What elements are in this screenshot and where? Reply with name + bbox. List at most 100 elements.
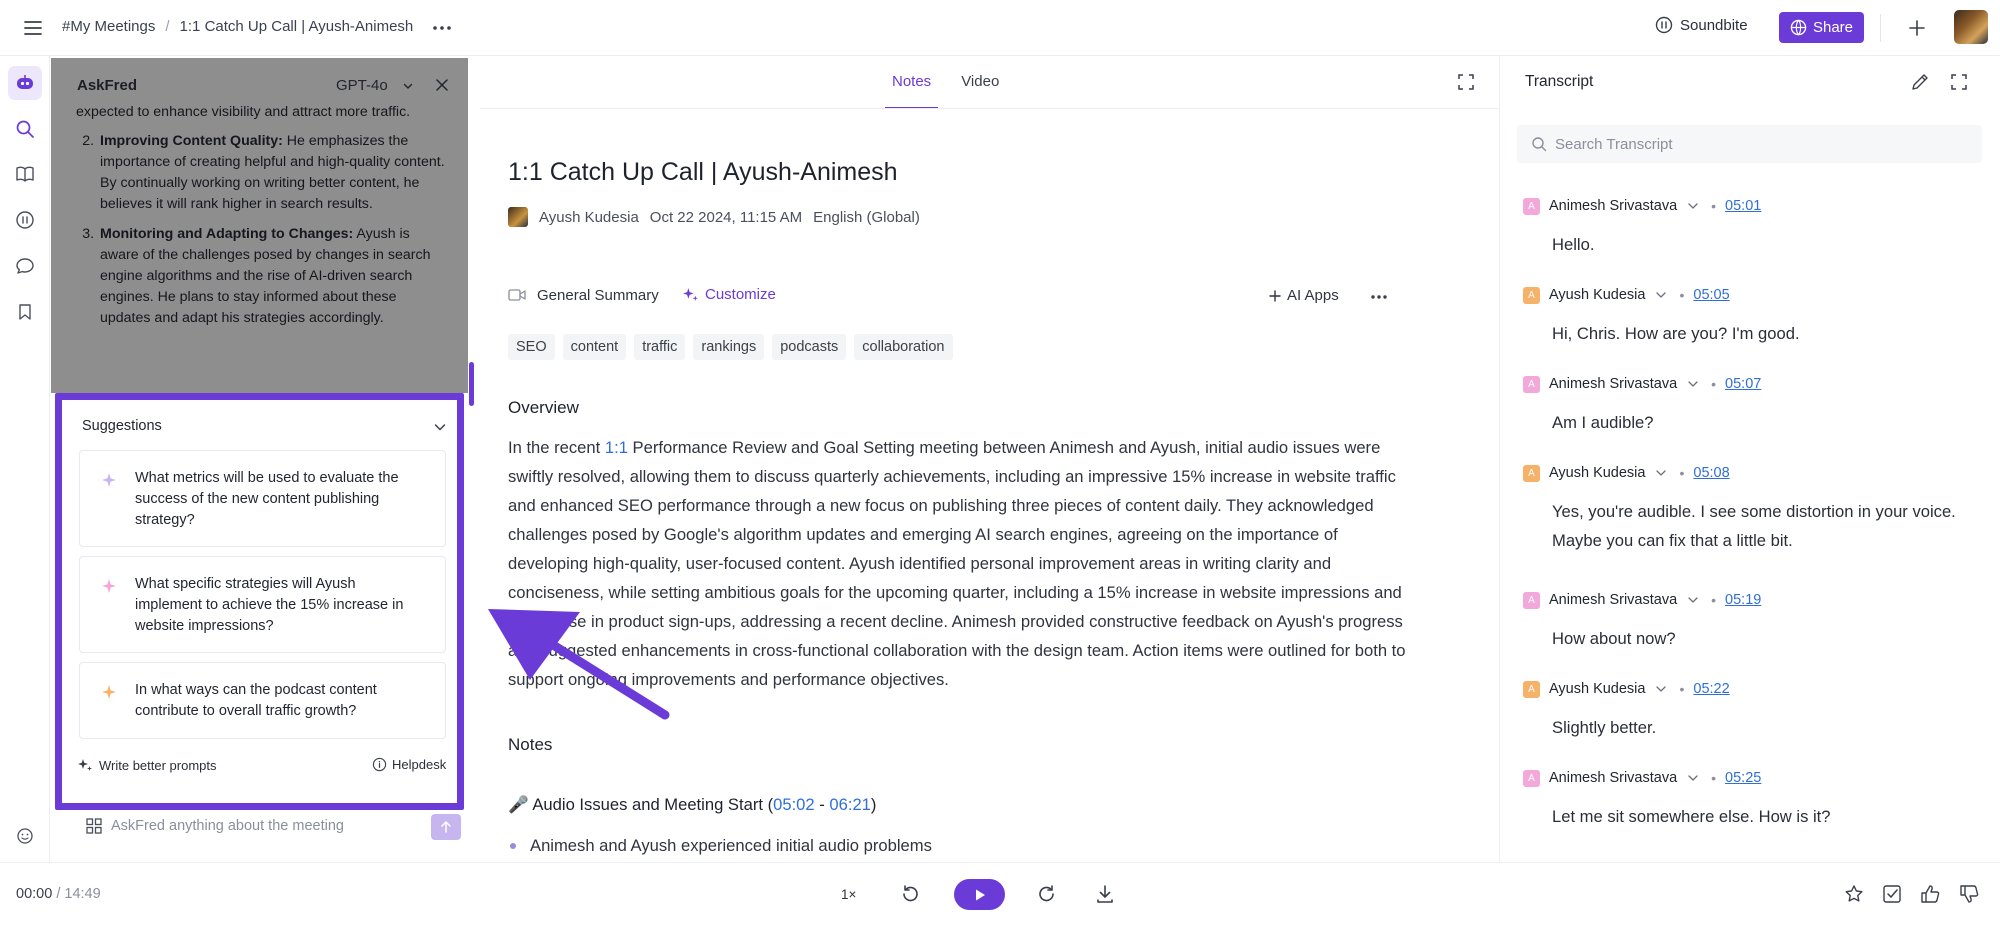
send-button[interactable] [431,814,461,840]
chevron-down-icon[interactable] [1686,771,1700,785]
timestamp-link[interactable]: 05:02 [773,795,815,814]
timestamp-link[interactable]: 05:19 [1725,592,1761,608]
soundbite-rail-icon[interactable] [12,207,38,233]
play-button[interactable] [954,879,1005,910]
close-icon[interactable] [432,75,452,95]
tag[interactable]: content [562,334,627,360]
timestamp-link[interactable]: 05:05 [1693,287,1729,303]
plus-icon [1269,289,1281,302]
timestamp-link[interactable]: 05:01 [1725,198,1761,214]
apps-grid-icon[interactable] [85,817,103,835]
tag[interactable]: rankings [693,334,765,360]
thumbs-up-icon[interactable] [1919,883,1941,905]
paren-close: ) [870,795,877,814]
chat-icon[interactable] [12,253,38,279]
thumbs-down-icon[interactable] [1958,883,1980,905]
general-summary-selector[interactable]: General Summary [537,287,659,304]
suggestions-heading: Suggestions [82,418,162,434]
meeting-language[interactable]: English (Global) [813,209,920,226]
response-item: Improving Content Quality: He emphasizes… [98,131,446,215]
timestamp-link[interactable]: 05:22 [1693,681,1729,697]
bookmark-icon[interactable] [12,299,38,325]
panel-resize-handle[interactable] [469,362,474,406]
response-list: Improving Content Quality: He emphasizes… [98,131,446,329]
speaker-name[interactable]: Animesh Srivastava [1549,376,1677,392]
fullscreen-icon[interactable] [1456,72,1476,92]
video-icon [508,289,526,301]
search-icon[interactable] [12,116,38,142]
sparkles-icon [683,288,698,301]
tag[interactable]: traffic [634,334,686,360]
chevron-down-icon[interactable] [1654,288,1668,302]
tab-video[interactable]: Video [954,57,1006,109]
askfred-panel: expected to enhance visibility and attra… [51,58,468,858]
helpdesk-link[interactable]: Helpdesk [372,757,446,772]
timestamp-link[interactable]: 06:21 [829,795,871,814]
book-icon[interactable] [12,161,38,187]
star-icon[interactable] [1843,883,1865,905]
timestamp-link[interactable]: 05:08 [1693,465,1729,481]
transcript-search-input[interactable] [1555,130,1955,158]
notes-heading: Notes [508,735,553,754]
speaker-name[interactable]: Ayush Kudesia [1549,681,1645,697]
sparkle-icon [102,579,116,593]
transcript-entry: A Ayush Kudesia • 05:08 Yes, you're audible.… [1523,463,1983,555]
tag[interactable]: SEO [508,334,555,360]
task-checkbox-icon[interactable] [1881,883,1903,905]
speaker-avatar: A [1523,591,1540,609]
tag[interactable]: podcasts [772,334,847,360]
speaker-name[interactable]: Animesh Srivastava [1549,770,1677,786]
chevron-down-icon[interactable] [1654,466,1668,480]
tab-notes[interactable]: Notes [885,57,939,109]
separator-dot: • [1711,770,1717,786]
add-icon[interactable] [1904,15,1930,41]
suggestion-card[interactable]: What specific strategies will Ayush impl… [79,556,446,653]
download-icon[interactable] [1094,883,1116,905]
edit-icon[interactable] [1910,72,1930,92]
overview-heading: Overview [508,398,579,417]
timestamp-dash: - [814,795,830,814]
customize-button[interactable]: Customize [682,286,776,303]
breadcrumb-root[interactable]: #My Meetings [62,18,155,35]
chevron-down-icon[interactable] [1654,682,1668,696]
askfred-input[interactable] [111,812,381,840]
chevron-down-icon[interactable] [1686,199,1700,213]
overview-link[interactable]: 1:1 [605,438,628,457]
suggestion-text: What specific strategies will Ayush impl… [135,576,404,634]
write-better-prompts-link[interactable]: Write better prompts [77,757,217,773]
ai-apps-button[interactable]: AI Apps [1268,287,1339,304]
suggestion-card[interactable]: What metrics will be used to evaluate th… [79,450,446,547]
speaker-name[interactable]: Ayush Kudesia [1549,287,1645,303]
fullscreen-icon[interactable] [1949,72,1969,92]
rewind-icon[interactable] [899,883,921,905]
timestamp-link[interactable]: 05:25 [1725,770,1761,786]
chevron-down-icon[interactable] [1686,377,1700,391]
speaker-name[interactable]: Animesh Srivastava [1549,592,1677,608]
tag[interactable]: collaboration [854,334,953,360]
arrow-up-icon [441,820,451,833]
menu-icon[interactable] [22,17,44,39]
chevron-down-icon[interactable] [1686,593,1700,607]
share-button[interactable]: Share [1779,12,1864,43]
soundbite-button[interactable]: Soundbite [1655,16,1748,34]
more-options-icon[interactable] [430,16,454,40]
time-separator: / [52,886,65,902]
forward-icon[interactable] [1036,883,1058,905]
speaker-avatar: A [1523,375,1540,393]
askfred-bot-icon[interactable] [8,66,42,100]
smiley-icon[interactable] [12,823,38,849]
summary-toolbar: General Summary Customize AI Apps [508,284,1398,308]
breadcrumb-current[interactable]: 1:1 Catch Up Call | Ayush-Animesh [180,18,414,35]
transcript-entry-header: A Ayush Kudesia • 05:05 [1523,285,1983,305]
playback-speed-button[interactable]: 1× [841,887,856,902]
suggestion-card[interactable]: In what ways can the podcast content con… [79,662,446,739]
model-selector[interactable]: GPT-4o [336,77,414,94]
chevron-down-icon[interactable] [432,419,448,435]
speaker-name[interactable]: Animesh Srivastava [1549,198,1677,214]
speaker-name[interactable]: Ayush Kudesia [1549,465,1645,481]
overview-text-start: In the recent [508,438,605,457]
microphone-icon: 🎤 [508,795,529,814]
timestamp-link[interactable]: 05:07 [1725,376,1761,392]
more-options-icon[interactable] [1368,286,1390,308]
user-avatar[interactable] [1954,10,1988,44]
